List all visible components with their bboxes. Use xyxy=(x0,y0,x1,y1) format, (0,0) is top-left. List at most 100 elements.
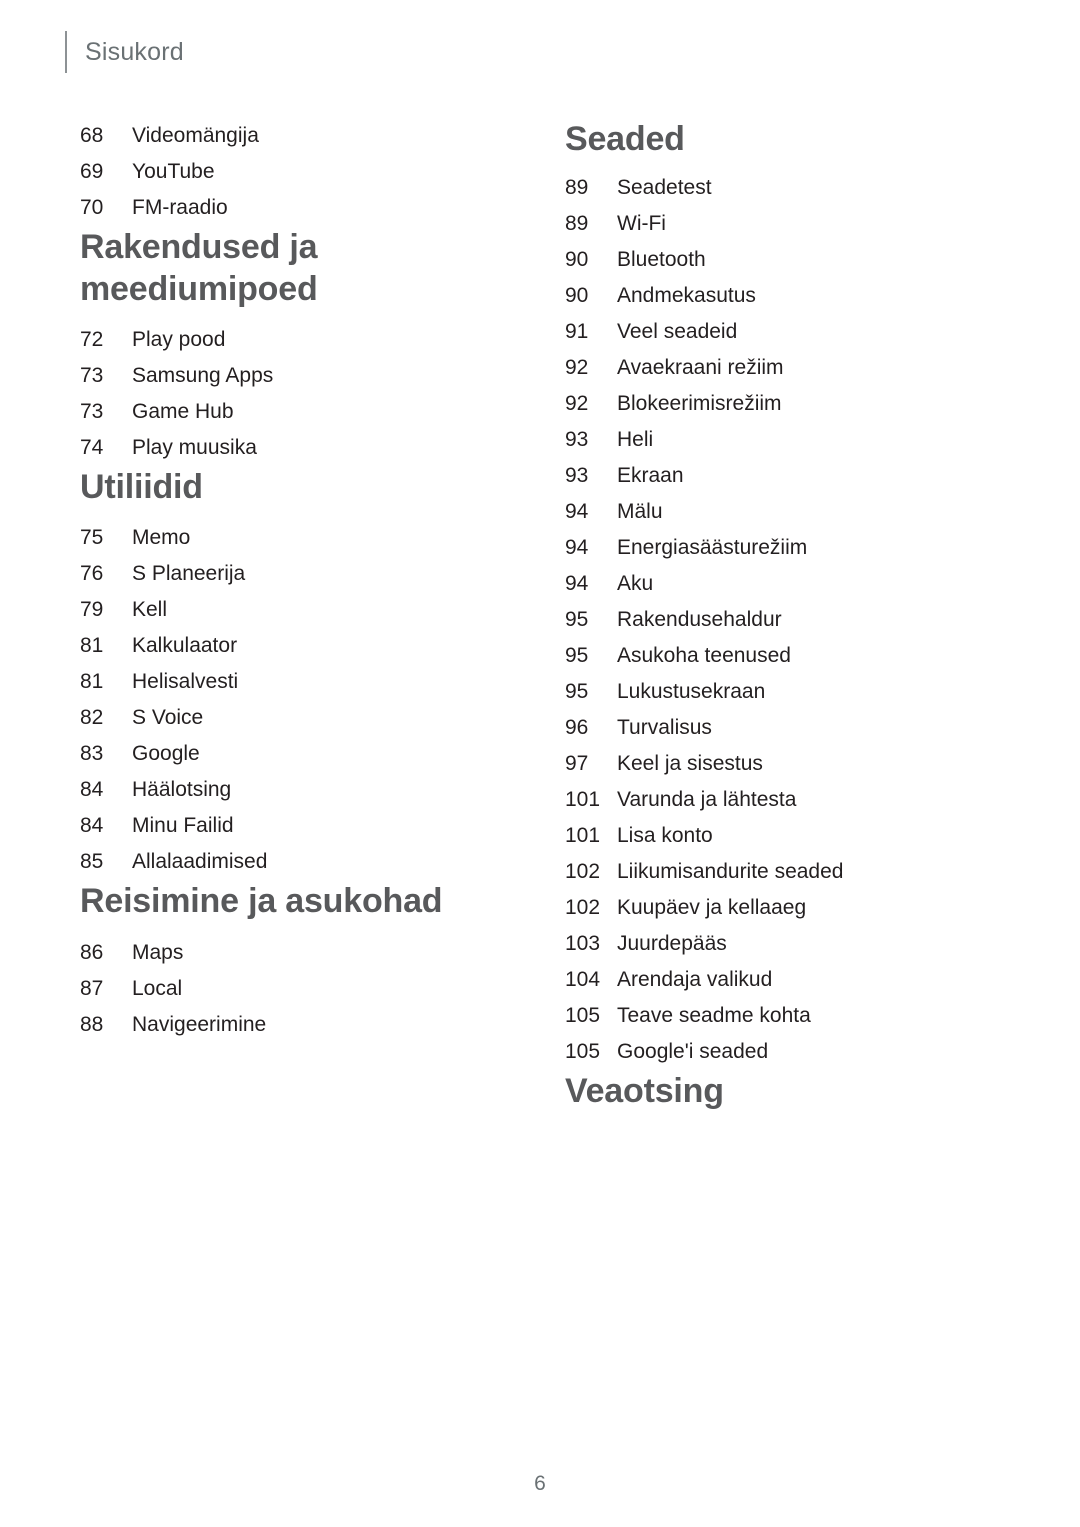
toc-entry-page: 95 xyxy=(565,644,589,668)
toc-entry[interactable]: 86 Maps xyxy=(80,935,480,971)
toc-section-heading: Veaotsing xyxy=(565,1072,724,1111)
toc-entry[interactable]: 81 Kalkulaator xyxy=(80,628,480,664)
toc-entry[interactable]: 73 Samsung Apps xyxy=(80,358,480,394)
toc-entry-label: Videomängija xyxy=(132,124,259,147)
toc-entry-label: Google'i seaded xyxy=(617,1040,769,1064)
toc-entry[interactable]: 89 Seadetest xyxy=(565,170,1000,206)
toc-entry[interactable]: 83 Google xyxy=(80,736,480,772)
toc-entry[interactable]: 84 Häälotsing xyxy=(80,772,480,808)
toc-entry-page: 103 xyxy=(565,932,601,956)
toc-entry[interactable]: 82 S Voice xyxy=(80,700,480,736)
toc-entry-label: Play pood xyxy=(132,328,226,352)
toc-entry[interactable]: 93 Heli xyxy=(565,422,1000,458)
toc-entry-label: Arendaja valikud xyxy=(617,968,773,992)
toc-entry[interactable]: 94 Mälu xyxy=(565,494,1000,530)
toc-column-right: Seaded 89 Seadetest 89 Wi-Fi 90 Bluetoot… xyxy=(480,118,1000,1112)
toc-entry-page: 91 xyxy=(565,320,589,344)
toc-entry-page: 87 xyxy=(80,976,104,1000)
toc-entry[interactable]: 81 Helisalvesti xyxy=(80,664,480,700)
toc-entry[interactable]: 103 Juurdepääs xyxy=(565,926,1000,962)
toc-entry[interactable]: 95 Asukoha teenused xyxy=(565,638,1000,674)
toc-entry[interactable]: 89 Wi-Fi xyxy=(565,206,1000,242)
toc-entry-page: 90 xyxy=(565,284,589,308)
toc-entry[interactable]: 73 Game Hub xyxy=(80,394,480,430)
toc-entry-label: Ekraan xyxy=(617,464,684,488)
toc-entry[interactable]: 95 Rakendusehaldur xyxy=(565,602,1000,638)
toc-section-troubleshooting: Veaotsing xyxy=(565,1070,1000,1112)
toc-entry[interactable]: 70 FM-raadio xyxy=(80,190,480,226)
toc-entry-label: Seadetest xyxy=(617,176,712,200)
toc-entry-page: 69 xyxy=(80,160,104,183)
toc-entry[interactable]: 102 Liikumisandurite seaded xyxy=(565,854,1000,890)
toc-entry[interactable]: 96 Turvalisus xyxy=(565,710,1000,746)
toc-section-utilities: Utiliidid 75 Memo 76 S Planeerija 79 Kel… xyxy=(80,466,480,880)
toc-entry-label: Häälotsing xyxy=(132,778,232,802)
toc-entry[interactable]: 105 Google'i seaded xyxy=(565,1034,1000,1070)
toc-entry-page: 73 xyxy=(80,364,104,388)
toc-entry[interactable]: 87 Local xyxy=(80,971,480,1007)
toc-entry-label: Allalaadimised xyxy=(132,850,268,874)
toc-entry[interactable]: 72 Play pood xyxy=(80,322,480,358)
toc-entry[interactable]: 90 Bluetooth xyxy=(565,242,1000,278)
toc-entry[interactable]: 85 Allalaadimised xyxy=(80,844,480,880)
toc-entry-page: 92 xyxy=(565,392,589,416)
toc-entry[interactable]: 93 Ekraan xyxy=(565,458,1000,494)
toc-entry[interactable]: 97 Keel ja sisestus xyxy=(565,746,1000,782)
toc-entry-page: 84 xyxy=(80,778,104,802)
toc-entry[interactable]: 101 Varunda ja lähtesta xyxy=(565,782,1000,818)
toc-section-apps-and-media-stores: Rakendused ja meediumipoed 72 Play pood … xyxy=(80,226,480,466)
toc-entry-label: Kell xyxy=(132,598,168,622)
toc-entry-page: 88 xyxy=(80,1012,104,1036)
toc-entry[interactable]: 84 Minu Failid xyxy=(80,808,480,844)
toc-entry-label: Liikumisandurite seaded xyxy=(617,860,844,884)
toc-entry[interactable]: 76 S Planeerija xyxy=(80,556,480,592)
toc-entry[interactable]: 101 Lisa konto xyxy=(565,818,1000,854)
toc-entry[interactable]: 104 Arendaja valikud xyxy=(565,962,1000,998)
toc-entry[interactable]: 92 Blokeerimisrežiim xyxy=(565,386,1000,422)
toc-entry[interactable]: 105 Teave seadme kohta xyxy=(565,998,1000,1034)
toc-entry-page: 102 xyxy=(565,860,601,884)
toc-entry[interactable]: 90 Andmekasutus xyxy=(565,278,1000,314)
toc-entry-label: Heli xyxy=(617,428,654,452)
toc-entry[interactable]: 94 Aku xyxy=(565,566,1000,602)
toc-entry-label: Lisa konto xyxy=(617,824,713,848)
toc-entry-page: 76 xyxy=(80,562,104,586)
toc-entry-page: 95 xyxy=(565,608,589,632)
toc-entry-label: Google xyxy=(132,742,200,766)
toc-entry-page: 72 xyxy=(80,328,104,352)
toc-entry[interactable]: 95 Lukustusekraan xyxy=(565,674,1000,710)
toc-entry[interactable]: 94 Energiasäästurežiim xyxy=(565,530,1000,566)
toc-entry[interactable]: 74 Play muusika xyxy=(80,430,480,466)
toc-entry-label: Maps xyxy=(132,940,184,964)
toc-entry[interactable]: 79 Kell xyxy=(80,592,480,628)
toc-section-heading: Utiliidid xyxy=(80,468,203,507)
toc-entry-list: 86 Maps 87 Local 88 Navigeerimine xyxy=(80,935,480,1043)
toc-entry[interactable]: 91 Veel seadeid xyxy=(565,314,1000,350)
toc-entry[interactable]: 88 Navigeerimine xyxy=(80,1007,480,1043)
page-number: 6 xyxy=(534,1472,546,1495)
toc-entry-label: Turvalisus xyxy=(617,716,712,740)
toc-entry[interactable]: 102 Kuupäev ja kellaaeg xyxy=(565,890,1000,926)
toc-section-travel-and-locations: Reisimine ja asukohad 86 Maps 87 Local 8… xyxy=(80,880,480,1042)
toc-columns: 68 Videomängija 69 YouTube 70 FM-raadio … xyxy=(0,118,1080,1112)
toc-entry[interactable]: 69 YouTube xyxy=(80,154,480,190)
toc-entry-list: 89 Seadetest 89 Wi-Fi 90 Bluetooth 90 An… xyxy=(565,170,1000,1070)
toc-entry-page: 93 xyxy=(565,464,589,488)
toc-entry-page: 93 xyxy=(565,428,589,452)
toc-entry-page: 70 xyxy=(80,196,104,219)
running-header-title: Sisukord xyxy=(85,37,184,66)
toc-entry-list: 72 Play pood 73 Samsung Apps 73 Game Hub… xyxy=(80,322,480,466)
toc-entry[interactable]: 68 Videomängija xyxy=(80,118,480,154)
toc-entry-label: Varunda ja lähtesta xyxy=(617,788,797,812)
header-divider-rule xyxy=(65,31,67,73)
toc-entry[interactable]: 92 Avaekraani režiim xyxy=(565,350,1000,386)
toc-entry-page: 94 xyxy=(565,500,589,524)
toc-entry-page: 97 xyxy=(565,752,589,776)
toc-entry-label: Veel seadeid xyxy=(617,320,738,344)
toc-entry-page: 81 xyxy=(80,670,104,694)
toc-entry-page: 85 xyxy=(80,850,104,874)
toc-entry-page: 75 xyxy=(80,526,104,550)
toc-entry-page: 95 xyxy=(565,680,589,704)
toc-entry-label: Juurdepääs xyxy=(617,932,727,956)
toc-entry[interactable]: 75 Memo xyxy=(80,520,480,556)
